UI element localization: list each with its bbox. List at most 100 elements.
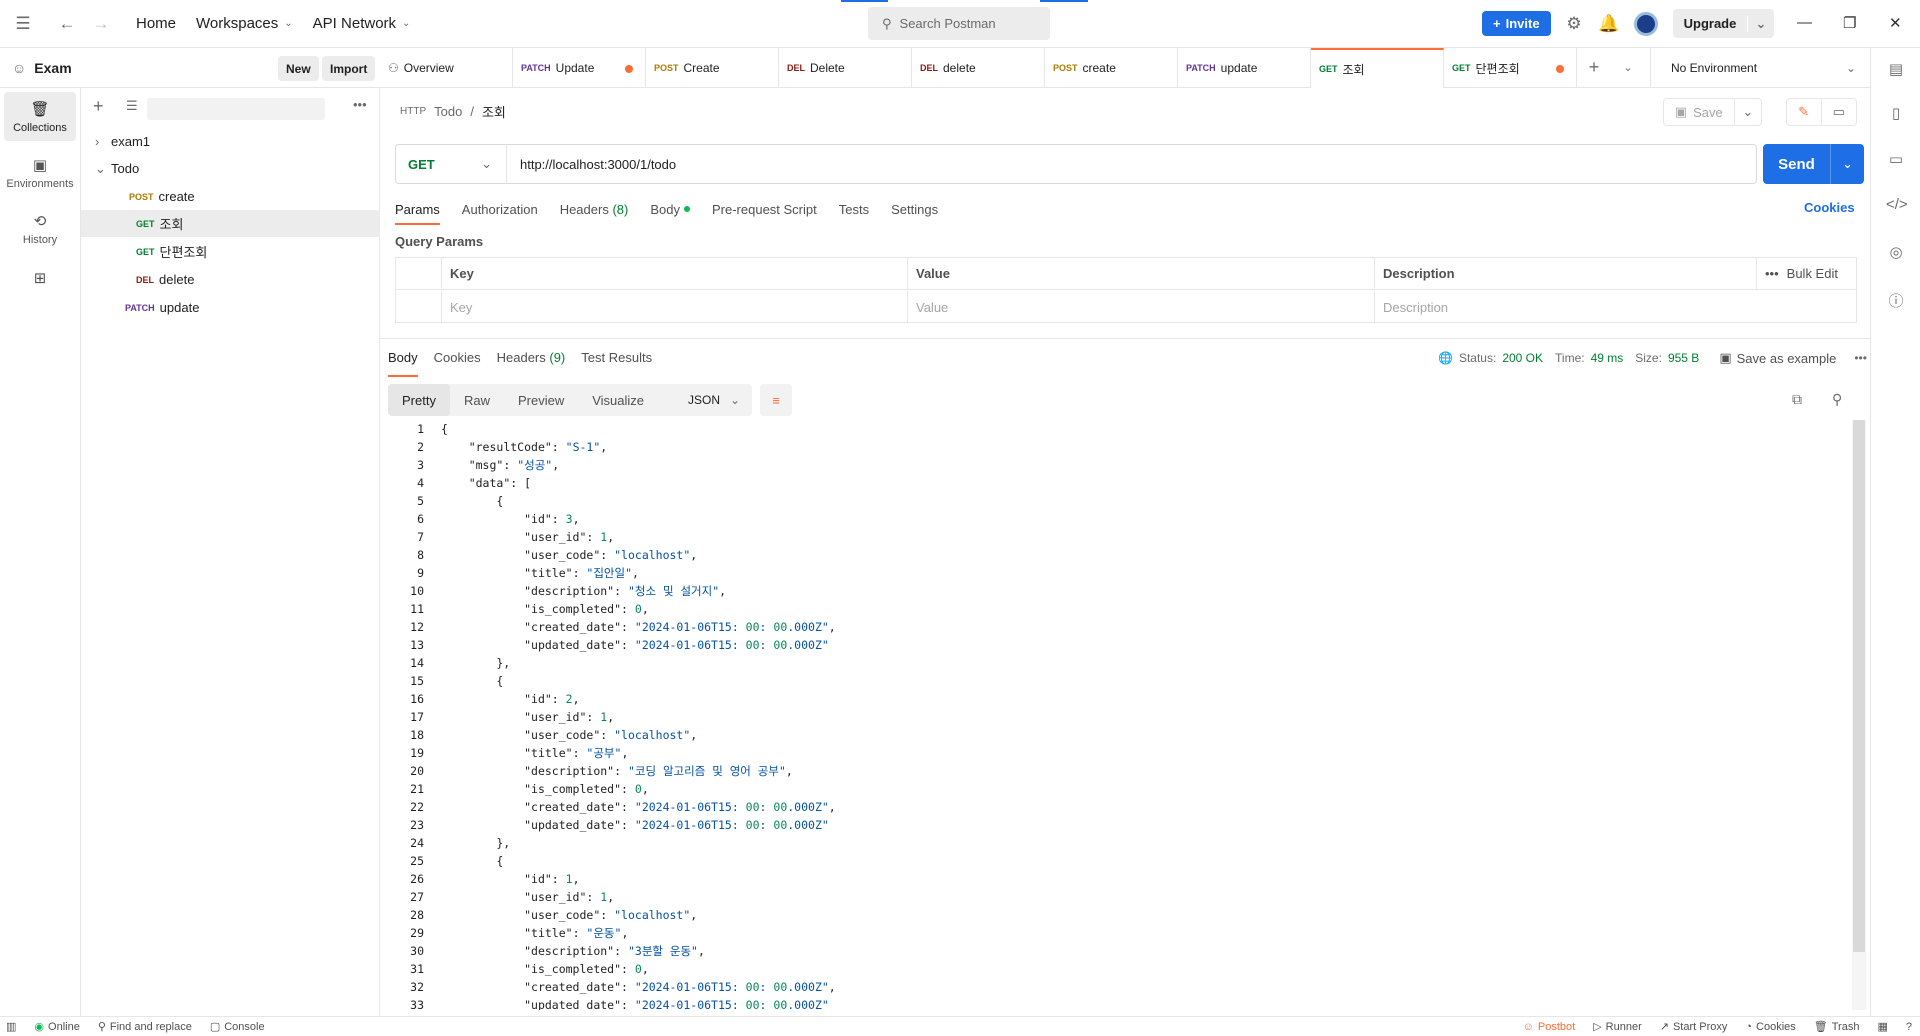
mode-pretty[interactable]: Pretty <box>388 384 450 416</box>
tab-post-create-2[interactable]: POST create <box>1045 48 1178 88</box>
tab-response-headers[interactable]: Headers (9) <box>497 350 566 372</box>
online-status[interactable]: ◉ Online <box>34 1020 79 1034</box>
globe-icon[interactable]: 🌐 <box>1438 351 1453 365</box>
workspaces-menu[interactable]: Workspaces ⌄ <box>186 15 303 32</box>
runner-button[interactable]: ▷ Runner <box>1593 1020 1642 1034</box>
tree-item-delete[interactable]: DEL delete <box>81 266 380 293</box>
tab-overview[interactable]: ⚇ Overview <box>380 48 513 88</box>
toggle-sidebar-icon[interactable]: ▥ <box>6 1020 16 1033</box>
size-value[interactable]: 955 B <box>1668 351 1699 365</box>
maximize-icon[interactable]: ❐ <box>1843 14 1856 32</box>
back-arrow-icon[interactable]: ← <box>50 7 84 41</box>
home-link[interactable]: Home <box>126 15 186 32</box>
save-as-example-button[interactable]: ▣ Save as example <box>1719 350 1836 366</box>
tab-get-dan-pyeon[interactable]: GET 단편조회 <box>1444 48 1577 88</box>
method-select[interactable]: GET ⌄ <box>396 145 507 183</box>
wrap-lines-icon[interactable]: ≡ <box>760 384 792 416</box>
tabs-overflow-icon[interactable]: ⌄ <box>1611 48 1645 87</box>
bulk-edit-button[interactable]: ••• Bulk Edit <box>1757 258 1856 289</box>
search-icon[interactable]: ⚲ <box>1832 391 1842 408</box>
tree-item-dan-pyeon[interactable]: GET 단편조회 <box>81 238 380 265</box>
new-tab-button[interactable]: + <box>1577 48 1611 87</box>
tab-pre-request-script[interactable]: Pre-request Script <box>712 196 817 222</box>
breadcrumb-current[interactable]: 조회 <box>482 102 506 121</box>
tree-folder-todo[interactable]: ⌄ Todo <box>81 155 380 182</box>
tab-response-cookies[interactable]: Cookies <box>434 350 481 372</box>
tree-item-create[interactable]: POST create <box>81 183 380 210</box>
search-box[interactable]: ⚲ Search Postman <box>868 7 1050 40</box>
tab-del-delete[interactable]: DEL Delete <box>779 48 912 88</box>
rail-apps[interactable]: ⊞ <box>4 260 76 296</box>
add-icon[interactable]: + <box>93 96 104 117</box>
tab-del-delete-2[interactable]: DEL delete <box>912 48 1045 88</box>
more-options-icon[interactable]: ••• <box>1854 351 1867 365</box>
find-replace-button[interactable]: ⚲ Find and replace <box>98 1020 192 1034</box>
time-value[interactable]: 49 ms <box>1591 351 1624 365</box>
trash-button[interactable]: 🗑 Trash <box>1814 1020 1860 1034</box>
comments-icon[interactable]: ▭ <box>1822 99 1857 125</box>
edit-pencil-icon[interactable]: ✎ <box>1787 99 1822 125</box>
notification-bell-icon[interactable]: 🔔 <box>1592 7 1626 41</box>
chevron-down-icon[interactable]: ⌄ <box>1830 144 1864 184</box>
new-button[interactable]: New <box>278 56 319 81</box>
tab-body[interactable]: Body <box>650 196 690 222</box>
chevron-down-icon[interactable]: ⌄ <box>1735 104 1761 120</box>
settings-gear-icon[interactable]: ⚙ <box>1557 7 1591 41</box>
tab-patch-update-2[interactable]: PATCH update <box>1178 48 1311 88</box>
filter-input[interactable] <box>147 98 325 120</box>
tree-item-update[interactable]: PATCH update <box>81 294 380 321</box>
environment-selector[interactable]: No Environment ⌄ <box>1650 48 1870 88</box>
url-input[interactable]: http://localhost:3000/1/todo <box>507 157 676 172</box>
send-button[interactable]: Send ⌄ <box>1763 144 1864 184</box>
code-icon[interactable]: </> <box>1886 196 1908 216</box>
console-button[interactable]: ▢ Console <box>210 1020 265 1034</box>
import-button[interactable]: Import <box>322 56 376 81</box>
menu-icon[interactable]: ☰ <box>6 7 40 41</box>
forward-arrow-icon[interactable]: → <box>84 7 118 41</box>
save-button[interactable]: ▣ Save ⌄ <box>1663 98 1762 126</box>
tab-authorization[interactable]: Authorization <box>462 196 538 222</box>
close-icon[interactable]: ✕ <box>1889 14 1902 32</box>
response-body-code[interactable]: 1{2 "resultCode": "S-1", 3 "msg": "성공", 4 … <box>388 420 1866 1010</box>
start-proxy-button[interactable]: ↗ Start Proxy <box>1660 1020 1728 1034</box>
api-network-menu[interactable]: API Network ⌄ <box>303 15 421 32</box>
tab-post-create[interactable]: POST Create <box>646 48 779 88</box>
description-input[interactable]: Description <box>1375 291 1856 323</box>
filter-icon[interactable]: ☰ <box>126 98 138 114</box>
avatar[interactable] <box>1634 12 1658 36</box>
invite-button[interactable]: + Invite <box>1482 11 1551 36</box>
breadcrumb-parent[interactable]: Todo <box>434 104 462 119</box>
tab-params[interactable]: Params <box>395 196 440 225</box>
tab-settings[interactable]: Settings <box>891 196 938 222</box>
mode-preview[interactable]: Preview <box>504 384 578 416</box>
tab-response-body[interactable]: Body <box>388 350 418 377</box>
minimize-icon[interactable]: — <box>1797 14 1812 31</box>
cookies-button[interactable]: ◔ Cookies <box>1745 1021 1795 1033</box>
more-options-icon[interactable]: ••• <box>353 97 367 112</box>
cookies-link[interactable]: Cookies <box>1804 200 1855 215</box>
save-label-wrap[interactable]: ▣ Save <box>1664 99 1735 125</box>
tab-tests[interactable]: Tests <box>839 196 869 222</box>
tree-folder-exam1[interactable]: › exam1 <box>81 128 380 155</box>
tab-test-results[interactable]: Test Results <box>581 350 652 372</box>
layout-icon[interactable]: ▦ <box>1877 1020 1887 1033</box>
help-icon[interactable]: ? <box>1906 1021 1912 1033</box>
info-icon[interactable]: ⓘ <box>1886 290 1906 310</box>
postbot-button[interactable]: ☺ Postbot <box>1523 1021 1576 1033</box>
upgrade-button[interactable]: Upgrade ⌄ <box>1673 9 1774 38</box>
value-input[interactable]: Value <box>908 291 1375 323</box>
tab-patch-update[interactable]: PATCH Update <box>513 48 646 88</box>
comments-icon[interactable]: ▭ <box>1886 150 1906 170</box>
rail-environments[interactable]: ▣ Environments <box>4 148 76 197</box>
key-input[interactable]: Key <box>442 291 908 323</box>
mode-visualize[interactable]: Visualize <box>578 384 658 416</box>
chevron-down-icon[interactable]: ⌄ <box>1747 15 1774 32</box>
copy-icon[interactable]: ⧉ <box>1792 391 1802 408</box>
tab-get-jo-hoe[interactable]: GET 조회 <box>1311 48 1444 88</box>
workspace-name[interactable]: Exam <box>34 60 71 76</box>
documentation-icon[interactable]: ▯ <box>1886 104 1906 124</box>
rail-collections[interactable]: 🗑 Collections <box>4 92 76 141</box>
rail-history[interactable]: ⟲ History <box>4 204 76 253</box>
lightbulb-icon[interactable]: ◎ <box>1886 243 1906 263</box>
format-select[interactable]: JSON ⌄ <box>677 384 752 416</box>
